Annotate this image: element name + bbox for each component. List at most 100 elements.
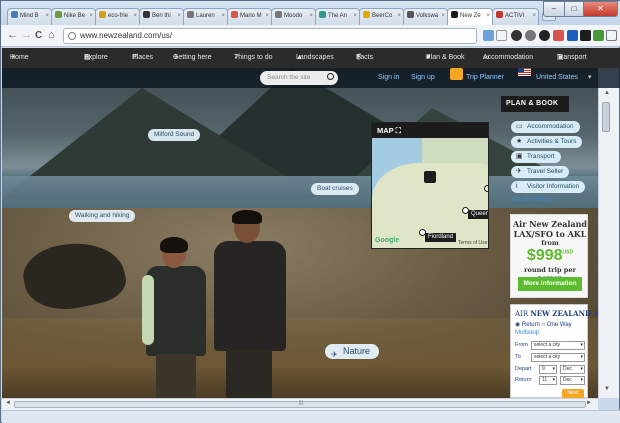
tab-close-icon[interactable]: × <box>309 9 313 24</box>
tab-favicon <box>319 11 326 18</box>
tab-favicon <box>55 11 62 18</box>
maximize-button[interactable]: □ <box>564 1 584 17</box>
tab-close-icon[interactable]: × <box>89 9 93 24</box>
tab-4[interactable]: Ben thi × <box>139 8 184 25</box>
milford-sound-label[interactable]: Milford Sound <box>148 129 201 141</box>
plan-item-activities[interactable]: ★ Activities & Tours <box>511 136 583 148</box>
to-select[interactable]: select a city <box>531 353 585 362</box>
plan-item-accommodation[interactable]: ▭ Accommodation <box>511 121 580 133</box>
scroll-down-icon[interactable]: ▼ <box>604 386 610 392</box>
translate-icon[interactable] <box>483 30 494 41</box>
extension-icon[interactable] <box>511 30 522 41</box>
tab-5[interactable]: Lauren × <box>183 8 228 25</box>
map-widget[interactable]: MAP ⛶ Queen Fiordland Google Terms of Us… <box>371 122 489 249</box>
terms-link[interactable]: Terms of Use <box>458 240 487 246</box>
depart-month-select[interactable]: Dec <box>560 365 585 374</box>
nature-tag[interactable]: ✈ Nature <box>325 344 380 359</box>
browser-window: Mind B × Nike Be × eco-frie × Ben thi × Laur… <box>0 0 620 423</box>
map-pin-icon[interactable] <box>424 171 436 183</box>
extension-icon[interactable] <box>525 30 536 41</box>
tab-close-icon[interactable]: × <box>45 9 49 24</box>
forward-button[interactable]: → <box>21 29 32 42</box>
chevron-down-icon[interactable]: ▾ <box>588 68 592 88</box>
scroll-thumb[interactable]: ||| <box>14 400 586 408</box>
reload-button[interactable]: C <box>35 29 42 42</box>
plan-item-travel-seller[interactable]: ✈ Travel Seller <box>511 166 570 178</box>
queenstown-label[interactable]: Queen <box>468 210 488 219</box>
horizontal-scrollbar[interactable]: ◄ ||| ► <box>2 398 598 410</box>
ad-price: $998USD <box>526 247 574 264</box>
tab-label: Moodo <box>284 13 303 19</box>
plan-item-visitor-info[interactable]: i Visitor Information <box>511 181 586 193</box>
tab-1[interactable]: Mind B × <box>7 8 52 25</box>
close-button[interactable]: ✕ <box>583 1 618 17</box>
next-button[interactable]: Next <box>562 389 584 398</box>
tab-8[interactable]: The An × <box>315 8 360 25</box>
address-bar[interactable]: www.newzealand.com/us/ <box>63 28 477 44</box>
browser-toolbar: ← → C ⌂ www.newzealand.com/us/ <box>1 25 620 47</box>
tab-9[interactable]: BeerCo × <box>359 8 404 25</box>
scroll-up-icon[interactable]: ▲ <box>604 90 610 96</box>
country-selector[interactable]: United States <box>536 68 578 88</box>
scroll-thumb[interactable] <box>602 102 610 132</box>
tab-close-icon[interactable]: × <box>397 9 401 24</box>
dropbox-icon[interactable] <box>580 30 591 41</box>
tab-11-active[interactable]: New Ze × <box>447 8 493 25</box>
tab-label: Mind B <box>20 13 39 19</box>
tab-7[interactable]: Moodo × <box>271 8 316 25</box>
tab-close-icon[interactable]: × <box>133 9 137 24</box>
plan-book-title: PLAN & BOOK <box>501 96 569 112</box>
home-button[interactable]: ⌂ <box>48 29 55 42</box>
plan-item-transport[interactable]: ▣ Transport <box>511 151 561 163</box>
expand-icon[interactable]: ⛶ <box>396 126 401 135</box>
depart-day-select[interactable]: 9 <box>539 365 557 374</box>
map-marker[interactable] <box>484 185 488 192</box>
multistop-link[interactable]: Multistop <box>515 330 539 336</box>
plane-icon: ✈ <box>331 350 338 359</box>
from-select[interactable]: select a city <box>531 341 585 350</box>
nature-label: Nature <box>343 346 371 356</box>
tab-strip: Mind B × Nike Be × eco-frie × Ben thi × Laur… <box>1 1 620 25</box>
sign-up-link[interactable]: Sign up <box>411 68 435 88</box>
bookmark-star-icon[interactable] <box>567 30 578 41</box>
wrench-icon[interactable] <box>606 30 617 41</box>
vertical-scrollbar[interactable]: ▲ ▼ <box>598 88 619 398</box>
minimize-button[interactable]: – <box>543 1 565 17</box>
tab-3[interactable]: eco-frie × <box>95 8 140 25</box>
tab-label: Ben thi <box>152 13 171 19</box>
walking-hiking-label[interactable]: Walking and hiking <box>69 210 136 222</box>
see-all-listings-link[interactable]: See all listings › <box>510 196 556 203</box>
return-radio[interactable]: ◉ <box>515 322 522 328</box>
site-search-input[interactable]: Search the site <box>260 71 338 85</box>
search-icon[interactable] <box>327 73 334 80</box>
tab-2[interactable]: Nike Be × <box>51 8 96 25</box>
star-icon[interactable] <box>496 30 507 41</box>
return-month-select[interactable]: Dec <box>560 376 585 385</box>
tab-12[interactable]: ACTIVI × <box>492 8 539 25</box>
trip-planner-link[interactable]: Trip Planner <box>466 68 504 88</box>
tab-close-icon[interactable]: × <box>221 9 225 24</box>
extension-icon[interactable] <box>593 30 604 41</box>
suitcase-icon[interactable] <box>450 68 463 80</box>
tab-close-icon[interactable]: × <box>486 9 490 24</box>
scroll-right-icon[interactable]: ► <box>586 400 592 406</box>
scroll-left-icon[interactable]: ◄ <box>5 400 11 406</box>
tab-close-icon[interactable]: × <box>177 9 181 24</box>
us-flag-icon <box>518 68 531 76</box>
tab-close-icon[interactable]: × <box>353 9 357 24</box>
sign-in-link[interactable]: Sign in <box>378 68 399 88</box>
air-nz-ad[interactable]: Air New Zealand LAX/SFO to AKL from $998… <box>510 214 588 298</box>
tab-close-icon[interactable]: × <box>265 9 269 24</box>
fiordland-label[interactable]: Fiordland <box>425 233 457 242</box>
back-button[interactable]: ← <box>7 29 18 42</box>
boat-cruises-label[interactable]: Boat cruises <box>311 183 359 195</box>
more-information-button[interactable]: More information <box>518 277 582 291</box>
tab-close-icon[interactable]: × <box>532 9 536 24</box>
tab-10[interactable]: Volkswa × <box>403 8 448 25</box>
tab-6[interactable]: Mario M × <box>227 8 272 25</box>
tab-close-icon[interactable]: × <box>441 9 445 24</box>
return-day-select[interactable]: 11 <box>539 376 557 385</box>
extension-icon[interactable] <box>539 30 550 41</box>
gmail-icon[interactable] <box>553 30 564 41</box>
tab-favicon <box>11 11 18 18</box>
